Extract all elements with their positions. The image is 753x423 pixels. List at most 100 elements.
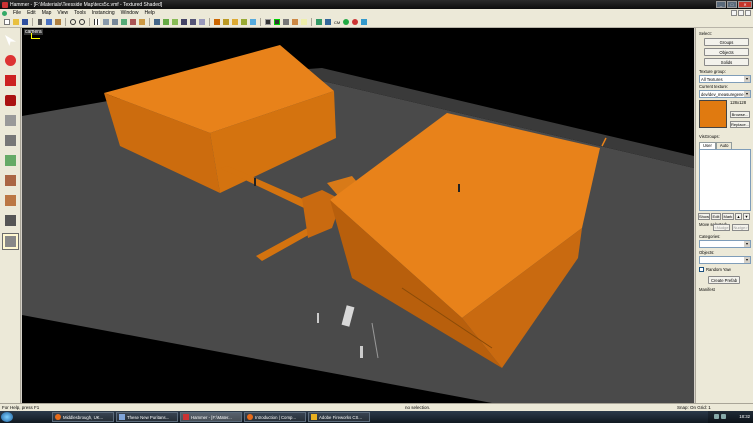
tb-show-all[interactable] <box>198 18 206 26</box>
tool-clipping[interactable] <box>2 212 19 229</box>
categories-select[interactable]: ▾ <box>699 240 751 248</box>
tb-paste[interactable] <box>54 18 62 26</box>
tb-redo[interactable] <box>78 18 86 26</box>
tool-camera[interactable] <box>2 72 19 89</box>
tb-options[interactable] <box>360 18 368 26</box>
tb-3d-wireframe[interactable] <box>273 18 281 26</box>
tb-3d-textured[interactable] <box>291 18 299 26</box>
replace-button[interactable]: Replace... <box>730 121 750 128</box>
menu-file[interactable]: File <box>10 10 24 16</box>
minimize-button[interactable]: _ <box>716 1 726 8</box>
volume-icon[interactable] <box>721 414 726 419</box>
task-item-fireworks[interactable]: Adobe Fireworks CS... <box>308 412 370 422</box>
tb-grid[interactable] <box>93 18 101 26</box>
document-icon[interactable] <box>2 10 7 16</box>
tb-snap-grid[interactable] <box>129 18 137 26</box>
tb-open[interactable] <box>12 18 20 26</box>
tb-cordon[interactable] <box>351 18 359 26</box>
tb-larger-grid[interactable] <box>324 18 332 26</box>
tool-texture-apply[interactable] <box>2 132 19 149</box>
menu-help[interactable]: Help <box>141 10 157 16</box>
tb-3d-flat[interactable] <box>282 18 290 26</box>
tab-auto[interactable]: Auto <box>715 142 733 149</box>
nudge-left-button[interactable]: <Nudge <box>713 224 730 231</box>
doc-restore-button[interactable] <box>738 10 744 16</box>
solids-button[interactable]: Solids <box>704 58 749 66</box>
tb-copy[interactable] <box>45 18 53 26</box>
tb-run-map[interactable] <box>342 18 350 26</box>
window-title: Hammer - [F:\Materials\Teesside Map\tecs… <box>10 1 163 8</box>
tb-compile[interactable] <box>315 18 323 26</box>
show-button[interactable]: Show <box>698 213 710 220</box>
tb-undo[interactable] <box>69 18 77 26</box>
chevron-down-icon[interactable]: ▾ <box>744 76 750 82</box>
tb-map-info[interactable] <box>249 18 257 26</box>
menu-map[interactable]: Map <box>39 10 55 16</box>
create-prefab-button[interactable]: Create Prefab <box>708 276 740 284</box>
tb-3d-grid[interactable] <box>120 18 128 26</box>
current-texture-select[interactable]: dev/dev_measuregene ▾ <box>699 90 751 98</box>
tb-save[interactable] <box>21 18 29 26</box>
tb-texture-lock[interactable] <box>138 18 146 26</box>
tool-selection[interactable] <box>2 32 19 49</box>
network-icon[interactable] <box>714 414 719 419</box>
chevron-down-icon[interactable]: ▾ <box>744 91 750 97</box>
tool-entity[interactable] <box>2 92 19 109</box>
tool-overlays[interactable] <box>2 192 19 209</box>
tb-hide-unselected[interactable] <box>189 18 197 26</box>
tool-palette <box>0 28 21 403</box>
doc-close-button[interactable] <box>745 10 751 16</box>
tb-ungroup[interactable] <box>171 18 179 26</box>
visgroup-list[interactable] <box>699 149 751 211</box>
maximize-button[interactable]: □ <box>727 1 737 8</box>
task-item-browser[interactable]: Introduction | Comp... <box>244 412 306 422</box>
tab-user[interactable]: User <box>699 142 716 149</box>
nudge-right-button[interactable]: Nudge> <box>732 224 749 231</box>
camera-3d-viewport[interactable]: camera <box>22 28 694 403</box>
menu-tools[interactable]: Tools <box>71 10 89 16</box>
menu-view[interactable]: View <box>54 10 71 16</box>
tb-cut[interactable] <box>36 18 44 26</box>
tool-apply-current-texture[interactable] <box>2 152 19 169</box>
tb-new[interactable] <box>3 18 11 26</box>
groups-button[interactable]: Groups <box>704 38 749 46</box>
tool-decals[interactable] <box>2 172 19 189</box>
tb-carve[interactable] <box>153 18 161 26</box>
close-button[interactable]: ✕ <box>738 1 752 8</box>
tb-group[interactable] <box>162 18 170 26</box>
up-arrow-icon[interactable]: ▲ <box>735 213 742 220</box>
clock[interactable]: 18:32 <box>739 414 750 419</box>
task-item-hammer[interactable]: Hammer - [F:\Mater... <box>180 412 242 422</box>
chevron-down-icon[interactable]: ▾ <box>744 241 750 247</box>
tb-2d-view[interactable] <box>264 18 272 26</box>
tb-tie-to-entity[interactable] <box>213 18 221 26</box>
menu-window[interactable]: Window <box>118 10 142 16</box>
tool-magnify[interactable] <box>2 52 19 69</box>
mark-button[interactable]: Mark <box>722 213 734 220</box>
objects-select[interactable]: ▾ <box>699 256 751 264</box>
tool-block[interactable] <box>2 112 19 129</box>
down-arrow-icon[interactable]: ▼ <box>743 213 750 220</box>
tb-grid-larger[interactable] <box>111 18 119 26</box>
texture-preview[interactable] <box>699 100 727 128</box>
tb-move-to-world[interactable] <box>222 18 230 26</box>
task-item-firefox[interactable]: Middlesbrough, UK... <box>52 412 114 422</box>
doc-minimize-button[interactable] <box>731 10 737 16</box>
tb-3d-lighting[interactable] <box>300 18 308 26</box>
random-yaw-checkbox[interactable] <box>699 267 704 272</box>
tb-check-problems[interactable] <box>240 18 248 26</box>
menu-instancing[interactable]: Instancing <box>89 10 118 16</box>
tb-cordon-label[interactable]: CM <box>333 20 341 25</box>
texture-group-select[interactable]: All Textures ▾ <box>699 75 751 83</box>
edit-button[interactable]: Edit <box>711 213 721 220</box>
objects-button[interactable]: Objects <box>704 48 749 56</box>
menu-edit[interactable]: Edit <box>24 10 39 16</box>
tb-entity-report[interactable] <box>231 18 239 26</box>
chevron-down-icon[interactable]: ▾ <box>744 257 750 263</box>
tool-vertex-manipulation[interactable] <box>2 233 19 250</box>
tb-grid-smaller[interactable] <box>102 18 110 26</box>
browse-button[interactable]: Browse... <box>730 111 750 118</box>
start-button[interactable] <box>1 412 13 422</box>
tb-hide-selected[interactable] <box>180 18 188 26</box>
task-item-music[interactable]: These New Puritans... <box>116 412 178 422</box>
